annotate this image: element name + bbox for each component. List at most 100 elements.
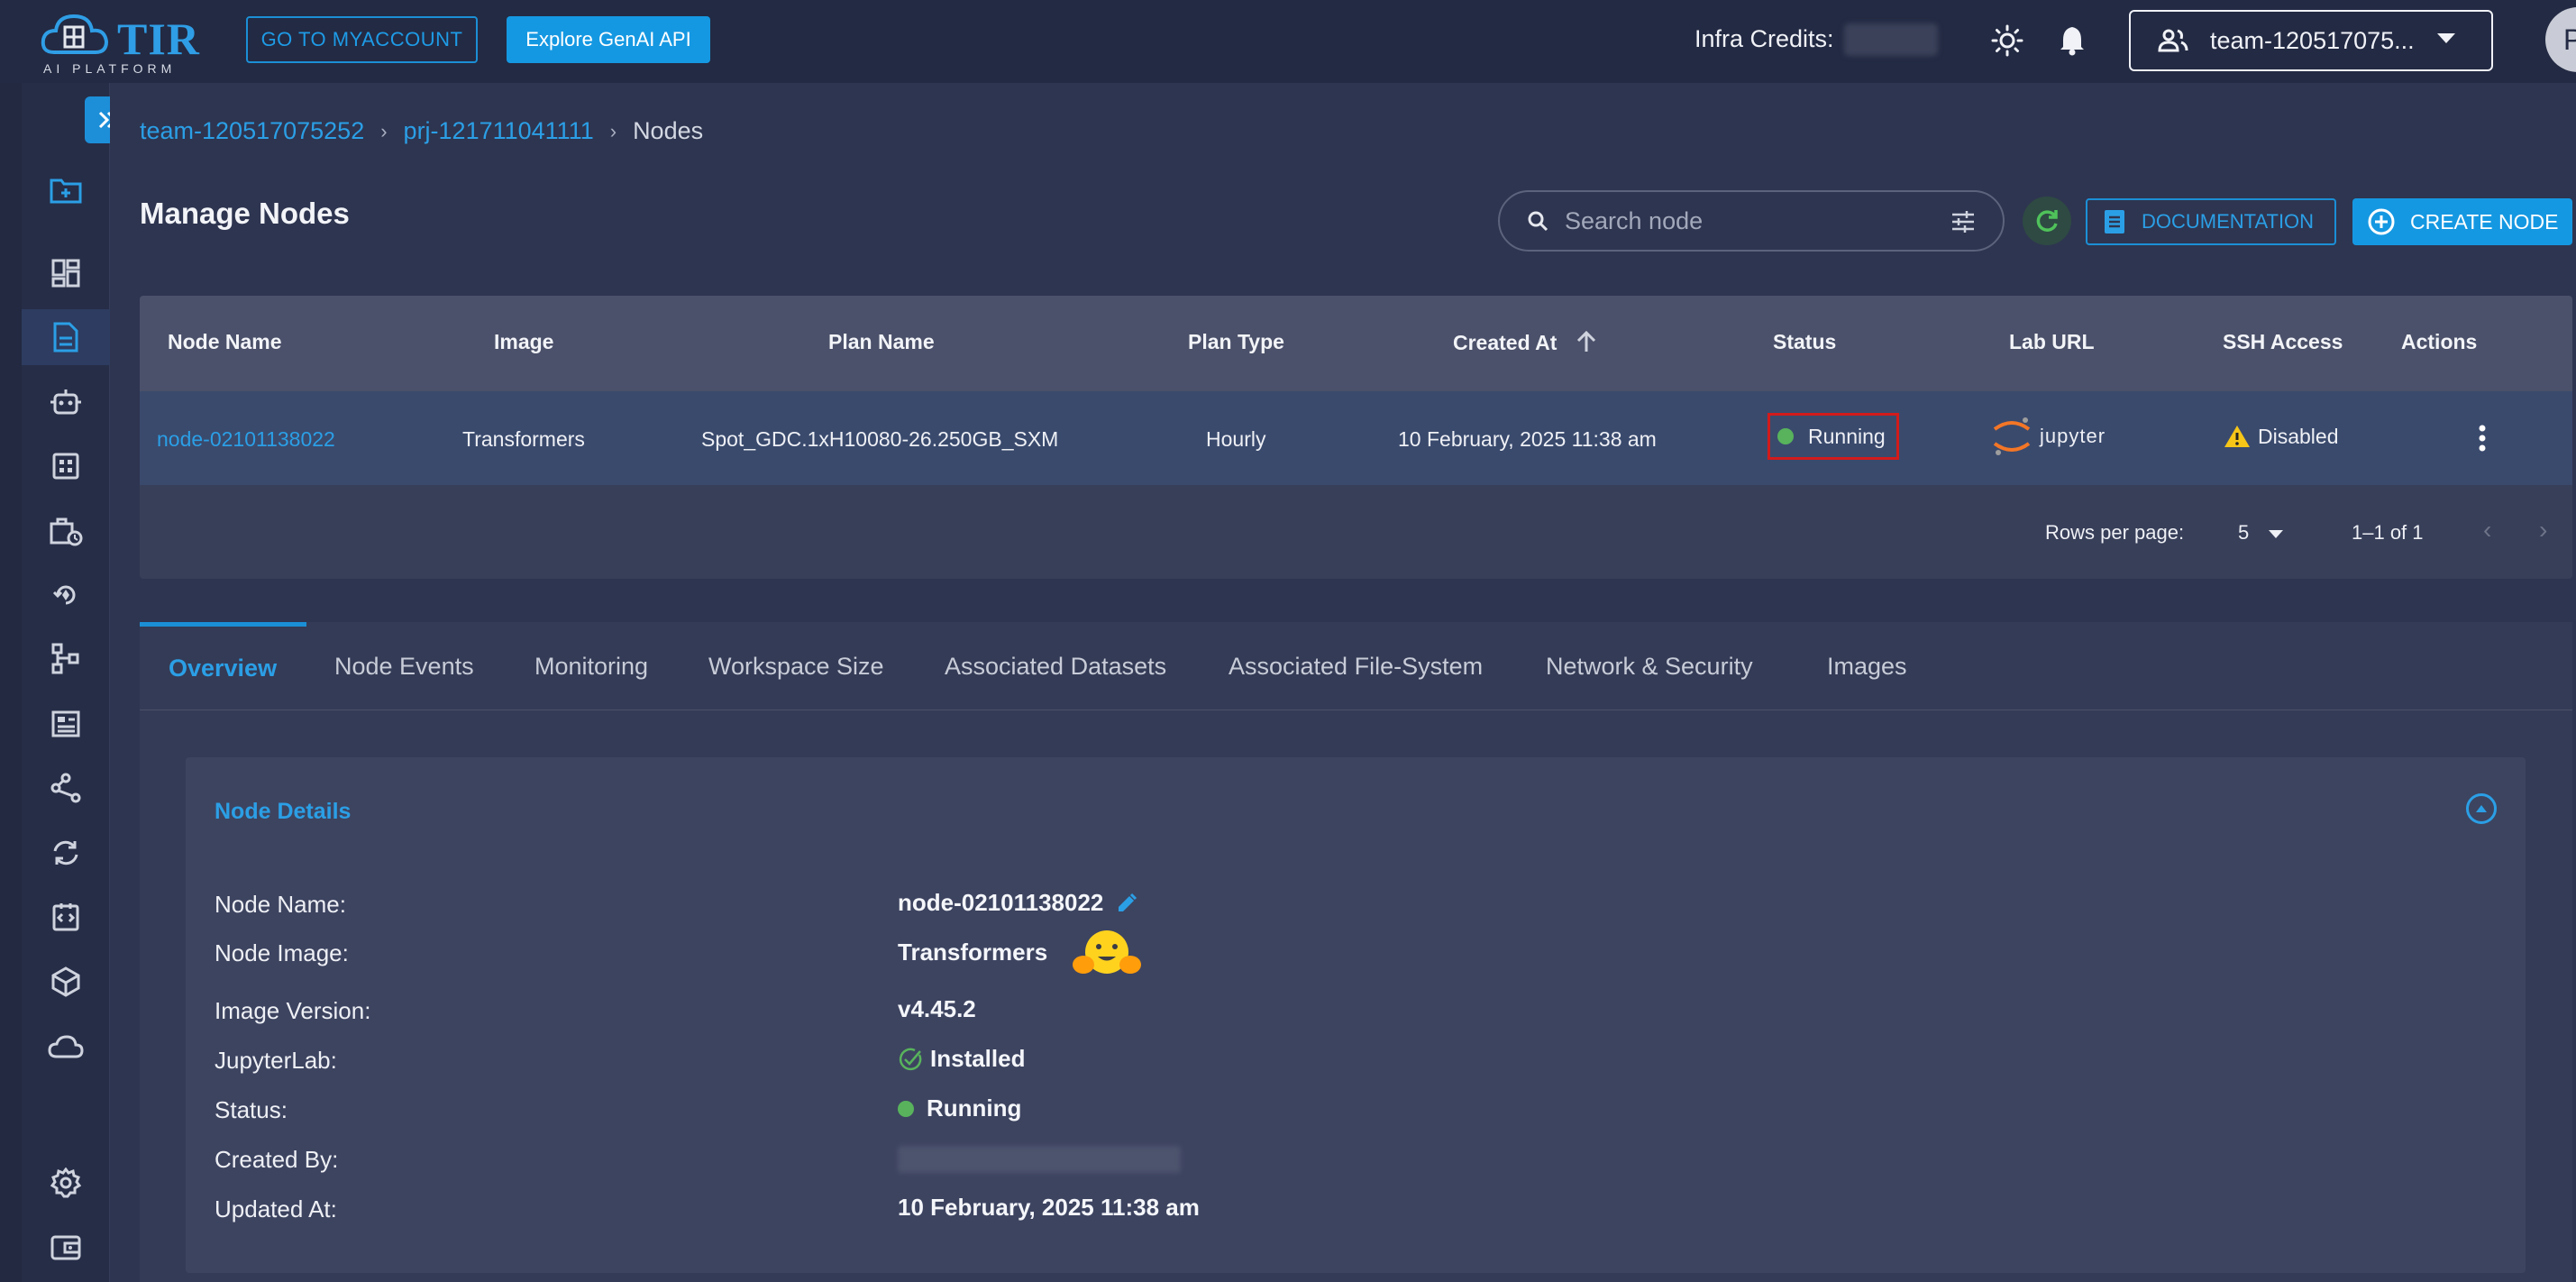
tab-images[interactable]: Images bbox=[1827, 653, 1907, 681]
create-node-button[interactable]: CREATE NODE bbox=[2352, 198, 2572, 245]
table-header: Node Name Image Plan Name Plan Type Crea… bbox=[140, 296, 2572, 391]
node-image-value: Transformers bbox=[898, 927, 1143, 977]
column-header-actions: Actions bbox=[2401, 330, 2478, 353]
jupyterlab-label: JupyterLab: bbox=[215, 1047, 337, 1074]
infra-credits-label: Infra Credits: bbox=[1694, 25, 1834, 52]
pipeline-icon bbox=[51, 643, 79, 674]
node-image-text: Transformers bbox=[898, 938, 1048, 966]
check-circle-icon bbox=[899, 1048, 922, 1070]
tab-associated-file-system[interactable]: Associated File-System bbox=[1229, 653, 1483, 681]
column-header-status: Status bbox=[1773, 330, 1837, 353]
sidebar-item-pipelines[interactable] bbox=[22, 631, 110, 687]
briefcase-clock-icon bbox=[50, 517, 83, 546]
breadcrumb-project-link[interactable]: prj-121711041111 bbox=[404, 117, 594, 145]
top-bar: TIR AI PLATFORM GO TO MYACCOUNT Explore … bbox=[0, 0, 2576, 83]
search-field[interactable] bbox=[1498, 190, 2005, 252]
cloud-icon bbox=[48, 1035, 84, 1058]
infra-credits-value-blurred bbox=[1844, 23, 1938, 56]
node-name-link[interactable]: node-02101138022 bbox=[157, 427, 335, 452]
rows-per-page-select[interactable]: 5 bbox=[2238, 521, 2249, 545]
sidebar-item-projects[interactable] bbox=[22, 162, 110, 218]
node-name-value: node-02101138022 bbox=[898, 889, 1137, 917]
folder-add-icon bbox=[50, 179, 82, 204]
sidebar-item-billing[interactable] bbox=[22, 1219, 110, 1275]
node-name-text: node-02101138022 bbox=[898, 889, 1104, 916]
breadcrumb-team-link[interactable]: team-120517075252 bbox=[140, 117, 364, 145]
node-image-label: Node Image: bbox=[215, 939, 349, 966]
column-header-created-at[interactable]: Created At bbox=[1453, 330, 1597, 355]
next-page-icon[interactable]: › bbox=[2539, 516, 2547, 545]
previous-page-icon[interactable]: ‹ bbox=[2483, 516, 2491, 545]
avatar[interactable]: P bbox=[2545, 7, 2576, 72]
sidebar-item-settings[interactable] bbox=[22, 1155, 110, 1211]
edit-pencil-icon[interactable] bbox=[1116, 893, 1137, 914]
sidebar-item-models[interactable] bbox=[22, 954, 110, 1010]
tab-network-security[interactable]: Network & Security bbox=[1546, 653, 1753, 681]
filter-sliders-icon[interactable] bbox=[1950, 210, 1976, 234]
column-header-image: Image bbox=[494, 330, 554, 353]
chevron-up-icon bbox=[2476, 805, 2487, 812]
row-actions-menu[interactable] bbox=[2478, 424, 2487, 458]
theme-toggle-icon[interactable] bbox=[1988, 22, 2026, 60]
image-version-value: v4.45.2 bbox=[898, 995, 976, 1022]
sidebar-item-nodes[interactable] bbox=[22, 309, 110, 365]
tab-node-events[interactable]: Node Events bbox=[334, 653, 474, 681]
chevron-down-icon bbox=[2437, 33, 2455, 43]
sidebar-item-sync[interactable] bbox=[22, 825, 110, 881]
share-icon bbox=[50, 773, 81, 803]
image-cell: Transformers bbox=[462, 427, 585, 451]
created-at-cell: 10 February, 2025 11:38 am bbox=[1398, 427, 1657, 451]
collapse-section-button[interactable] bbox=[2466, 793, 2497, 824]
column-header-ssh-access: SSH Access bbox=[2223, 330, 2343, 353]
rows-per-page-chevron-icon[interactable] bbox=[2269, 530, 2283, 538]
column-header-plan-name: Plan Name bbox=[828, 330, 935, 353]
node-details-card: Node Details Node Name: Node Image: Imag… bbox=[186, 757, 2526, 1273]
team-name: team-120517075... bbox=[2210, 26, 2415, 54]
sidebar-item-agents[interactable] bbox=[22, 374, 110, 430]
sidebar-item-apps[interactable] bbox=[22, 438, 110, 494]
sort-arrow-up-icon[interactable] bbox=[1576, 330, 1597, 353]
settings-icon bbox=[50, 1168, 81, 1198]
jupyter-lab-link[interactable]: jupyter bbox=[1991, 415, 2106, 458]
robot-icon bbox=[50, 389, 81, 415]
tab-monitoring[interactable]: Monitoring bbox=[534, 653, 648, 681]
sidebar-item-deployments[interactable] bbox=[22, 567, 110, 623]
document-icon bbox=[53, 322, 78, 353]
tab-associated-datasets[interactable]: Associated Datasets bbox=[945, 653, 1166, 681]
nodes-table: Node Name Image Plan Name Plan Type Crea… bbox=[140, 296, 2572, 579]
sidebar-item-datasets[interactable] bbox=[22, 696, 110, 752]
updated-at-value: 10 February, 2025 11:38 am bbox=[898, 1194, 1200, 1221]
breadcrumb-separator: › bbox=[380, 119, 388, 142]
create-node-label: CREATE NODE bbox=[2410, 209, 2559, 234]
tab-bar: Overview Node Events Monitoring Workspac… bbox=[140, 622, 2572, 710]
tir-logo[interactable]: TIR AI PLATFORM bbox=[40, 7, 202, 76]
sidebar-item-integrations[interactable] bbox=[22, 760, 110, 816]
notification-bell-icon[interactable] bbox=[2053, 22, 2091, 60]
sidebar-item-storage[interactable] bbox=[22, 1019, 110, 1075]
image-version-label: Image Version: bbox=[215, 997, 371, 1024]
sidebar-item-dashboard[interactable] bbox=[22, 245, 110, 301]
go-to-myaccount-button[interactable]: GO TO MYACCOUNT bbox=[246, 16, 478, 63]
tab-overview[interactable]: Overview bbox=[169, 655, 277, 682]
sidebar-item-scheduled-jobs[interactable] bbox=[22, 503, 110, 559]
node-detail-panel: Overview Node Events Monitoring Workspac… bbox=[140, 622, 2572, 1282]
created-by-blurred-email bbox=[898, 1146, 1181, 1173]
team-selector[interactable]: team-120517075... bbox=[2129, 10, 2493, 71]
updated-at-label: Updated At: bbox=[215, 1195, 337, 1222]
ssh-access-status: Disabled bbox=[2258, 424, 2339, 448]
table-row[interactable]: node-02101138022 Transformers Spot_GDC.1… bbox=[140, 391, 2572, 485]
refresh-button[interactable] bbox=[2023, 197, 2071, 245]
code-icon bbox=[52, 903, 79, 931]
node-name-label: Node Name: bbox=[215, 891, 346, 918]
table-icon bbox=[51, 710, 80, 737]
explore-genai-button[interactable]: Explore GenAI API bbox=[507, 16, 710, 63]
cloud-logo-icon bbox=[41, 14, 109, 54]
refresh-icon bbox=[2036, 210, 2058, 232]
jupyterlab-value: Installed bbox=[898, 1045, 1025, 1073]
sidebar-item-api[interactable] bbox=[22, 889, 110, 945]
tab-workspace-size[interactable]: Workspace Size bbox=[708, 653, 884, 681]
jupyterlab-status-text: Installed bbox=[930, 1045, 1026, 1072]
documentation-button[interactable]: DOCUMENTATION bbox=[2086, 198, 2336, 245]
documentation-label: DOCUMENTATION bbox=[2142, 210, 2315, 233]
search-input[interactable] bbox=[1565, 206, 1925, 235]
